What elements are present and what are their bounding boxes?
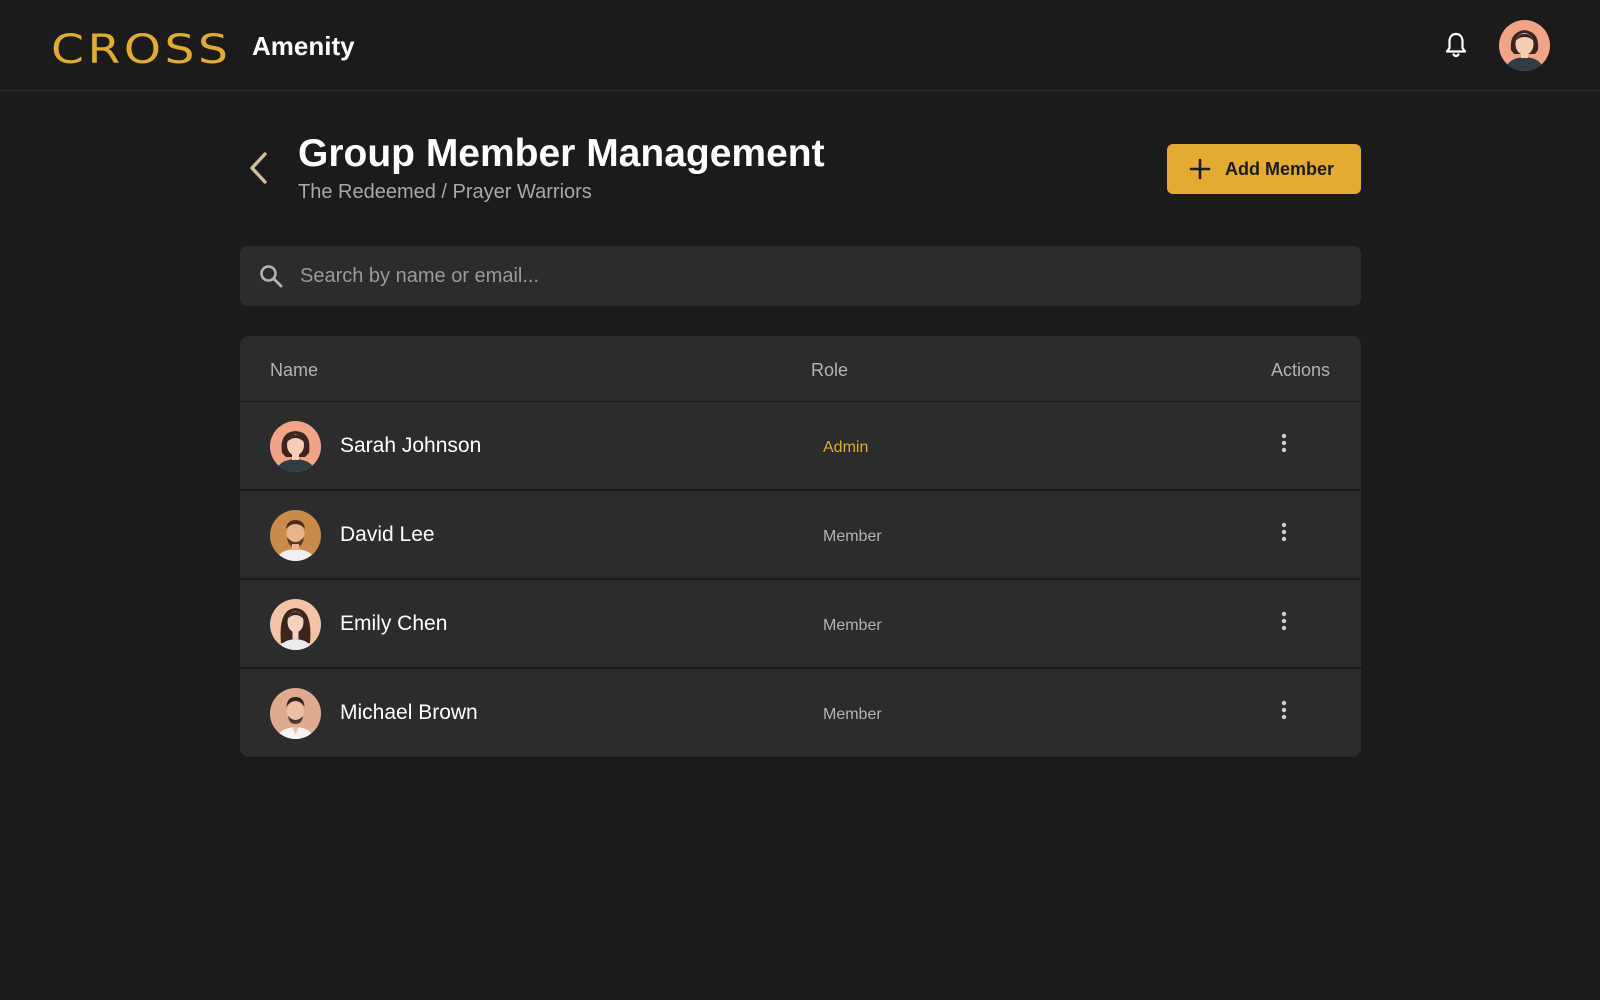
role-badge: Member — [823, 528, 882, 545]
table-row[interactable]: Michael Brown Member — [240, 669, 1361, 757]
table-row[interactable]: Emily Chen Member — [240, 580, 1361, 669]
role-badge: Member — [823, 617, 882, 634]
members-table: Name Role Actions Sarah Johnson Admin Da… — [240, 336, 1361, 757]
search-input[interactable] — [298, 246, 1361, 306]
column-header-actions: Actions — [1270, 360, 1330, 380]
more-options-icon[interactable] — [1276, 609, 1292, 633]
bell-icon[interactable] — [1443, 31, 1469, 59]
add-member-button[interactable]: Add Member — [1167, 144, 1361, 194]
avatar — [270, 599, 321, 650]
breadcrumb: The Redeemed / Prayer Warriors — [298, 181, 592, 203]
member-name: David Lee — [340, 523, 435, 546]
member-name: Emily Chen — [340, 612, 448, 635]
back-button[interactable] — [244, 148, 274, 188]
more-options-icon[interactable] — [1276, 698, 1292, 722]
add-member-label: Add Member — [1225, 158, 1335, 179]
member-name: Michael Brown — [340, 701, 478, 724]
search-bar — [240, 246, 1361, 306]
more-options-icon[interactable] — [1276, 431, 1292, 455]
role-badge: Member — [823, 706, 882, 723]
avatar — [270, 510, 321, 561]
user-avatar[interactable] — [1499, 20, 1550, 71]
table-row[interactable]: David Lee Member — [240, 491, 1361, 580]
top-bar: CROSS Amenity — [0, 0, 1600, 91]
avatar — [270, 688, 321, 739]
member-name: Sarah Johnson — [340, 434, 482, 457]
table-header: Name Role Actions — [240, 336, 1361, 402]
column-header-name: Name — [270, 360, 319, 380]
column-header-role: Role — [811, 360, 849, 380]
avatar — [270, 421, 321, 472]
role-badge: Admin — [823, 439, 869, 456]
page-title: Group Member Management — [298, 132, 825, 175]
search-icon — [258, 263, 284, 289]
more-options-icon[interactable] — [1276, 520, 1292, 544]
cross-logo[interactable]: CROSS — [51, 26, 232, 74]
plus-icon — [1189, 158, 1211, 180]
table-row[interactable]: Sarah Johnson Admin — [240, 402, 1361, 491]
app-name: Amenity — [252, 31, 355, 61]
